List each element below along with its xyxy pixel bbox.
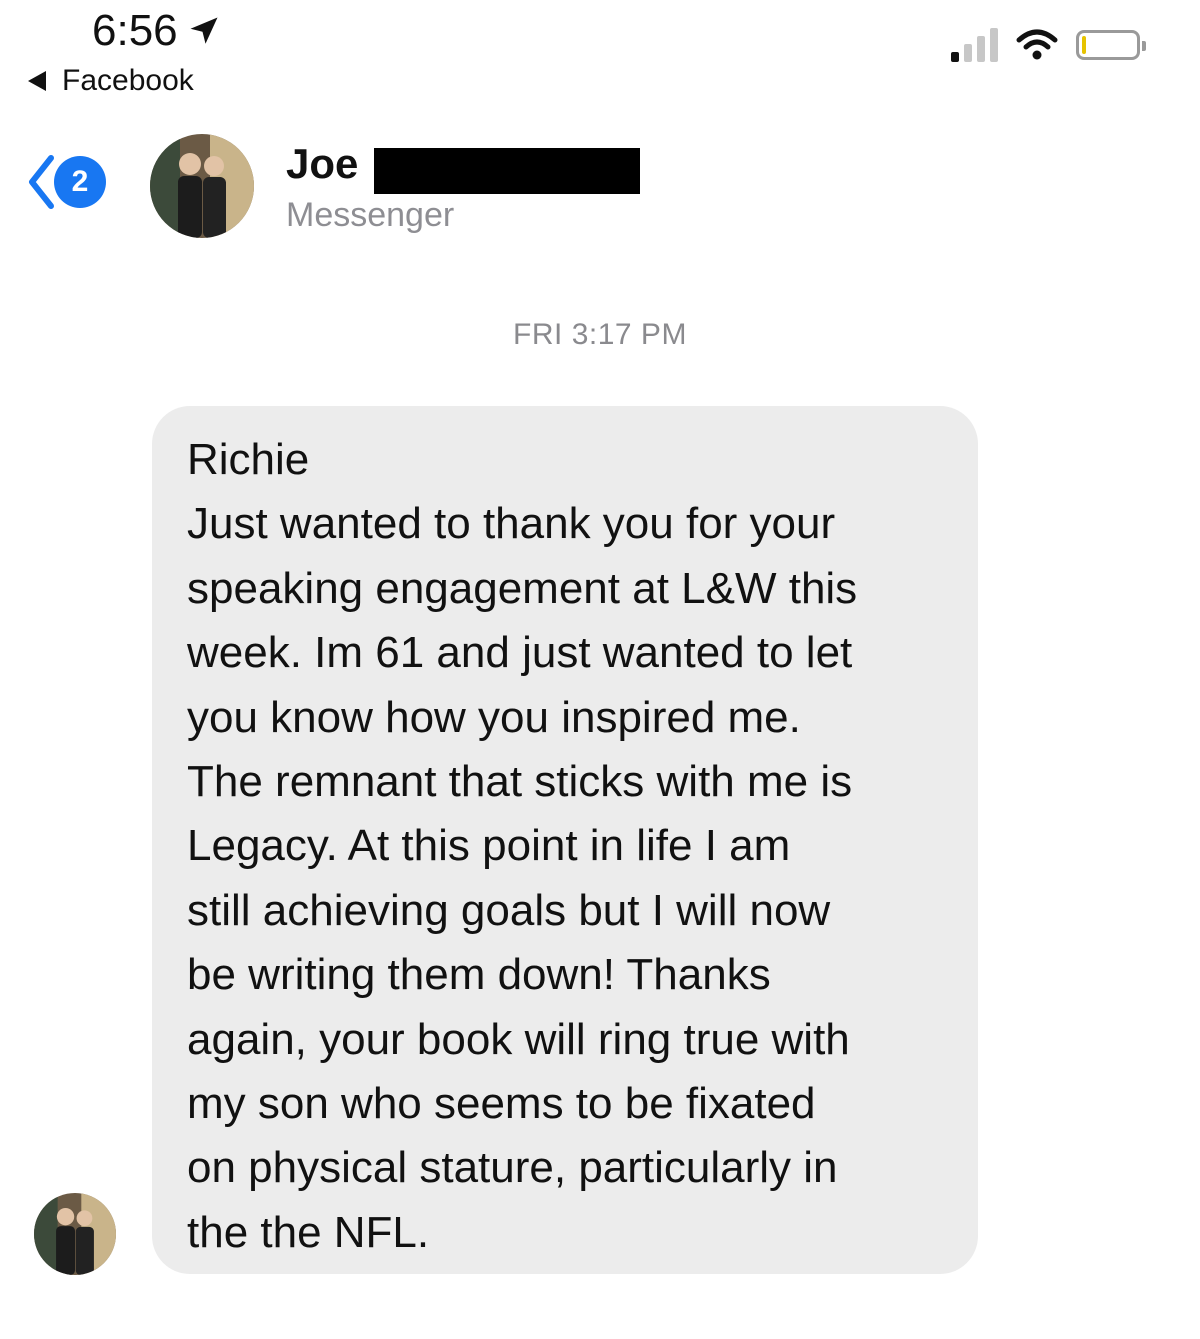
message-line: The remnant that sticks with me is (187, 757, 853, 807)
cellular-signal-icon (951, 28, 998, 62)
battery-icon (1076, 30, 1146, 60)
back-app-label: Facebook (62, 64, 194, 97)
message-line: my son who seems to be fixated (187, 1079, 816, 1129)
message-line: Richie (187, 435, 310, 484)
avatar-photo (150, 134, 254, 238)
message-line: week. Im 61 and just wanted to let (187, 628, 853, 678)
message-bubble[interactable]: Richie Just wanted to thank you for your… (152, 406, 978, 1274)
message-line: Just wanted to thank you for your (187, 499, 836, 549)
back-button[interactable]: 2 (26, 150, 106, 214)
location-arrow-icon (190, 17, 218, 44)
message-line: speaking engagement at L&W this (187, 563, 858, 613)
message-line: still achieving goals but I will now (187, 885, 831, 935)
signal-bar (964, 44, 972, 62)
sender-avatar[interactable] (34, 1193, 116, 1275)
message-timestamp: FRI 3:17 PM (513, 318, 687, 351)
message-line: again, your book will ring true with (187, 1014, 850, 1064)
contact-avatar[interactable] (150, 134, 254, 238)
status-time: 6:56 (92, 6, 222, 56)
avatar-photo (34, 1193, 116, 1275)
signal-bar (977, 36, 985, 62)
back-to-app-link[interactable]: Facebook (28, 64, 194, 98)
back-triangle-icon (28, 71, 46, 91)
message-line: Legacy. At this point in life I am (187, 821, 791, 871)
signal-bar (951, 52, 959, 62)
battery-level (1082, 36, 1086, 54)
message-line: on physical stature, particularly in (187, 1143, 838, 1193)
message-line: you know how you inspired me. (187, 692, 801, 742)
signal-bar (990, 28, 998, 62)
status-time-text: 6:56 (92, 6, 178, 55)
contact-name: Joe (286, 140, 359, 187)
status-indicators (951, 28, 1146, 62)
wifi-icon (1016, 29, 1058, 60)
message-line: be writing them down! Thanks (187, 950, 771, 1000)
redaction-bar (374, 148, 640, 194)
chevron-left-icon (29, 155, 54, 209)
unread-count-badge: 2 (54, 156, 106, 208)
contact-subtitle: Messenger (286, 196, 455, 234)
message-line: the the NFL. (187, 1207, 430, 1257)
